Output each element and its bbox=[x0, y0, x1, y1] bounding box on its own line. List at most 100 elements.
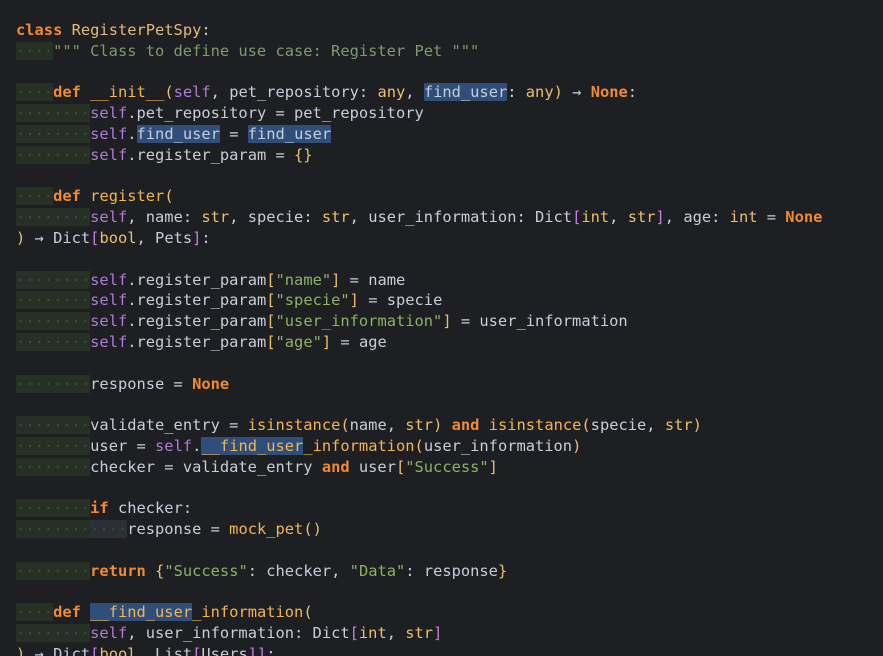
code-token: None bbox=[590, 83, 628, 102]
code-token: ] bbox=[349, 291, 359, 310]
indent-guide: ···· bbox=[16, 270, 54, 289]
code-line[interactable] bbox=[16, 166, 883, 187]
code-token: } bbox=[497, 561, 508, 580]
code-token: find_user bbox=[247, 124, 332, 143]
code-line[interactable]: ········return {"Success": checker, "Dat… bbox=[16, 561, 883, 582]
code-token: , pet_repository: bbox=[210, 83, 378, 102]
indent-guide: ···· bbox=[53, 416, 91, 435]
code-line[interactable] bbox=[16, 62, 883, 83]
code-token: , age: bbox=[664, 208, 730, 227]
code-token: str bbox=[405, 416, 434, 435]
code-token: self bbox=[90, 624, 128, 643]
indent-guide: ···· bbox=[16, 41, 54, 60]
code-line[interactable]: ········self.register_param["age"] = age bbox=[16, 332, 883, 353]
code-token: = bbox=[757, 208, 786, 227]
code-token: = age bbox=[331, 332, 387, 351]
code-line[interactable]: ····def __find_user_information( bbox=[16, 602, 883, 623]
code-token: self bbox=[90, 104, 128, 123]
code-line[interactable] bbox=[16, 394, 883, 415]
indent-guide: ···· bbox=[16, 374, 54, 393]
code-token: and bbox=[451, 416, 480, 435]
code-token: validate_entry = bbox=[90, 416, 248, 435]
code-line[interactable]: ········self.find_user = find_user bbox=[16, 124, 883, 145]
code-token: str bbox=[321, 208, 350, 227]
code-token: [ bbox=[572, 208, 582, 227]
code-line[interactable] bbox=[16, 353, 883, 374]
code-line[interactable]: ········self.pet_repository = pet_reposi… bbox=[16, 103, 883, 124]
code-lines[interactable]: class RegisterPetSpy: ····""" Class to de… bbox=[16, 20, 883, 656]
code-line[interactable]: ········self, user_information: Dict[int… bbox=[16, 623, 883, 644]
code-token: isinstance bbox=[247, 416, 341, 435]
code-line[interactable]: ····def __init__(self, pet_repository: a… bbox=[16, 82, 883, 103]
code-line[interactable]: ········if checker: bbox=[16, 498, 883, 519]
code-token: checker: bbox=[108, 499, 193, 518]
indent-guide: ···· bbox=[16, 332, 54, 351]
indent-guide: ···· bbox=[53, 291, 91, 310]
code-token: , bbox=[386, 624, 406, 643]
code-token: ( bbox=[164, 187, 174, 206]
code-token: , user_information: Dict bbox=[349, 208, 573, 227]
code-token: ) bbox=[572, 436, 582, 455]
code-token: RegisterPetSpy bbox=[71, 21, 202, 39]
indent-guide: ···· bbox=[16, 457, 54, 476]
indent-guide: ···· bbox=[53, 374, 91, 393]
code-token: ( bbox=[414, 436, 424, 455]
indent-guide: ···· bbox=[16, 624, 54, 643]
code-token: int bbox=[581, 208, 610, 227]
code-line[interactable]: ········response = None bbox=[16, 374, 883, 395]
code-line[interactable]: ········user = self.__find_user_informat… bbox=[16, 436, 883, 457]
code-token: = specie bbox=[358, 291, 443, 310]
code-token: [ bbox=[266, 270, 276, 289]
indent-guide: ···· bbox=[53, 436, 91, 455]
code-token: . bbox=[127, 124, 137, 143]
code-token: → Dict bbox=[25, 644, 91, 656]
code-line[interactable]: ········self, name: str, specie: str, us… bbox=[16, 207, 883, 228]
code-token: : checker, bbox=[247, 561, 350, 580]
code-token: name, bbox=[349, 416, 406, 435]
code-token: any bbox=[525, 83, 554, 102]
code-line[interactable]: ····def register( bbox=[16, 186, 883, 207]
code-token: Users bbox=[201, 644, 248, 656]
code-token: ( bbox=[581, 416, 591, 435]
code-token: find_user bbox=[136, 124, 220, 143]
code-line[interactable]: ········self.register_param["specie"] = … bbox=[16, 290, 883, 311]
indent-guide: ···· bbox=[16, 104, 54, 123]
indent-guide: ···· bbox=[53, 104, 91, 123]
code-line[interactable]: ········self.register_param = {} bbox=[16, 145, 883, 166]
code-token: "specie" bbox=[275, 291, 350, 310]
code-line[interactable] bbox=[16, 540, 883, 561]
code-line[interactable]: ········self.register_param["name"] = na… bbox=[16, 270, 883, 291]
code-line[interactable]: ············response = mock_pet() bbox=[16, 519, 883, 540]
code-token: : bbox=[266, 644, 276, 656]
code-token: : response bbox=[405, 561, 498, 580]
code-token: .register_param = bbox=[127, 145, 295, 164]
code-line[interactable]: ········checker = validate_entry and use… bbox=[16, 457, 883, 478]
code-line[interactable]: ········validate_entry = isinstance(name… bbox=[16, 415, 883, 436]
code-token: _information bbox=[303, 436, 415, 455]
code-token: : bbox=[201, 21, 211, 39]
code-line[interactable]: class RegisterPetSpy: bbox=[16, 20, 883, 41]
indent-guide: ···· bbox=[53, 332, 91, 351]
code-line[interactable] bbox=[16, 478, 883, 499]
code-editor[interactable]: class RegisterPetSpy: ····""" Class to de… bbox=[0, 0, 883, 656]
code-line[interactable]: ) → Dict[bool, Pets]: bbox=[16, 228, 883, 249]
indent-guide: ···· bbox=[16, 187, 54, 206]
indent-guide: ···· bbox=[53, 499, 91, 518]
indent-guide: ···· bbox=[16, 124, 54, 143]
code-line[interactable] bbox=[16, 582, 883, 603]
code-line[interactable]: ········self.register_param["user_inform… bbox=[16, 311, 883, 332]
code-token: : bbox=[627, 83, 638, 102]
code-line[interactable]: ) → Dict[bool, List[Users]]: bbox=[16, 644, 883, 656]
indent-guide: ···· bbox=[16, 83, 54, 102]
code-token: ) bbox=[16, 644, 26, 656]
code-token: ( bbox=[340, 416, 350, 435]
code-line[interactable] bbox=[16, 249, 883, 270]
code-token: = bbox=[219, 124, 248, 143]
code-line[interactable]: ····""" Class to define use case: Regist… bbox=[16, 41, 883, 62]
code-token: . bbox=[192, 436, 202, 455]
code-token: [ bbox=[266, 291, 276, 310]
code-token: str bbox=[627, 208, 656, 227]
